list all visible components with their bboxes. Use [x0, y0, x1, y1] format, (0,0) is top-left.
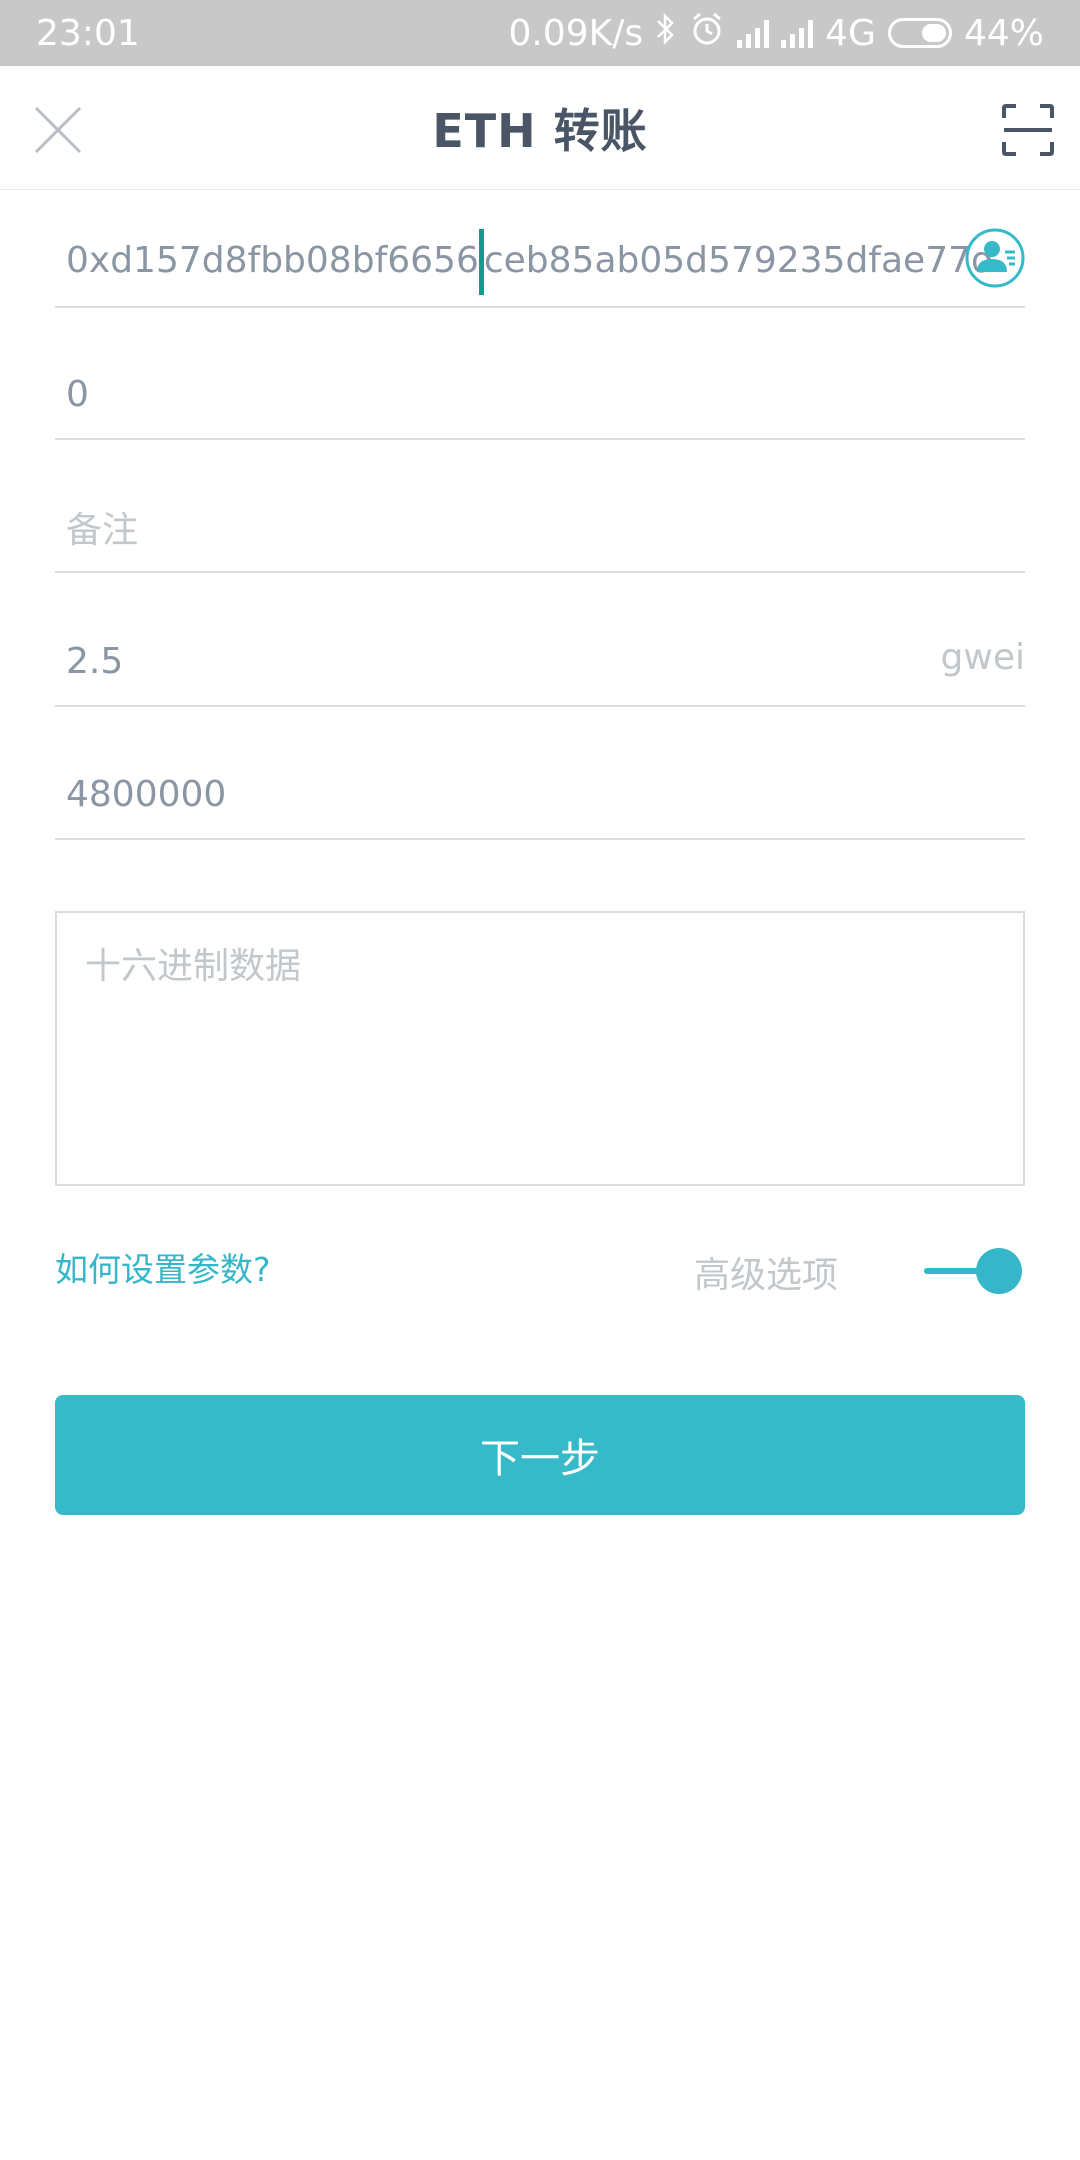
memo-field[interactable]: 备注	[55, 483, 1025, 573]
alarm-icon	[689, 11, 725, 56]
net-speed: 0.09K/s	[508, 12, 644, 54]
help-params-link[interactable]: 如何设置参数?	[55, 1243, 271, 1291]
gas-limit-field[interactable]: 4800000	[55, 750, 1025, 840]
signal-icon	[737, 18, 770, 48]
next-button[interactable]: 下一步	[55, 1395, 1025, 1515]
bluetooth-icon	[655, 12, 677, 55]
app-bar: ETH 转账	[0, 66, 1080, 190]
scan-button[interactable]	[1000, 102, 1056, 158]
close-button[interactable]	[30, 102, 86, 158]
close-icon	[34, 106, 82, 154]
status-icons: 0.09K/s 4G 44%	[509, 11, 1044, 56]
page-title: ETH 转账	[432, 103, 648, 158]
gas-limit-value: 4800000	[66, 773, 227, 815]
address-value: 0xd157d8fbb08bf6656 ceb85ab05d579235dfae7…	[55, 229, 994, 295]
gas-unit-label: gwei	[940, 637, 1025, 678]
battery-level: 44%	[963, 12, 1044, 54]
status-bar: 23:01 0.09K/s 4G 44%	[0, 0, 1080, 66]
amount-value: 0	[66, 373, 89, 415]
advanced-options-label: 高级选项	[694, 1255, 839, 1296]
contact-book-button[interactable]	[965, 228, 1025, 288]
memo-placeholder: 备注	[66, 510, 139, 551]
toggle-knob	[976, 1248, 1022, 1294]
scan-icon	[1002, 104, 1054, 156]
gas-price-value: 2.5	[66, 640, 124, 682]
network-type: 4G	[825, 12, 876, 54]
hd-signal-icon	[781, 18, 814, 48]
contact-icon	[965, 228, 1025, 288]
advanced-options-toggle[interactable]	[918, 1246, 1022, 1296]
amount-field[interactable]: 0	[55, 350, 1025, 440]
status-time: 23:01	[36, 12, 140, 54]
address-field[interactable]: 0xd157d8fbb08bf6656 ceb85ab05d579235dfae7…	[55, 218, 1025, 308]
gas-price-field[interactable]: 2.5 gwei	[55, 617, 1025, 707]
hex-data-input[interactable]: 十六进制数据	[55, 911, 1025, 1186]
battery-icon	[887, 18, 952, 48]
hex-data-placeholder: 十六进制数据	[85, 946, 302, 987]
